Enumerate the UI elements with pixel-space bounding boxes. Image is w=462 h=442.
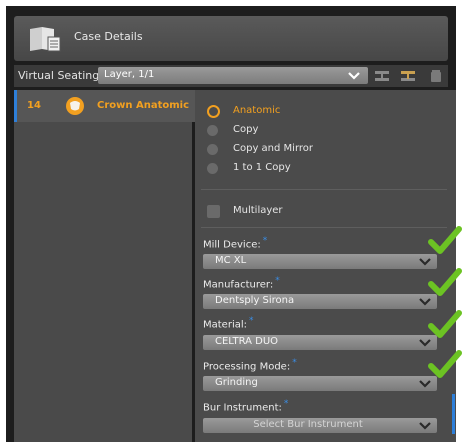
chevron-down-icon <box>419 380 431 388</box>
checkmark-icon <box>428 226 462 254</box>
checkmark-icon <box>428 350 462 378</box>
bur-instrument-label: Bur Instrument: * <box>203 399 289 414</box>
page-title: Case Details <box>74 30 143 43</box>
processing-mode-select[interactable]: Grinding <box>203 376 437 391</box>
mill-device-label: Mill Device: * <box>203 236 268 251</box>
virtual-seating-label: Virtual Seating <box>18 69 100 82</box>
radio-icon <box>207 125 218 136</box>
option-label: Copy and Mirror <box>233 143 313 154</box>
option-label: Anatomic <box>233 105 281 116</box>
processing-mode-label: Processing Mode: * <box>203 358 297 373</box>
scrollbar[interactable] <box>452 394 455 434</box>
chevron-down-icon <box>419 298 431 306</box>
bur-instrument-placeholder: Select Bur Instrument <box>253 419 363 430</box>
manufacturer-select[interactable]: Dentsply Sirona <box>203 294 437 309</box>
mill-device-select[interactable]: MC XL <box>203 254 437 269</box>
bur-instrument-select[interactable]: Select Bur Instrument <box>203 418 437 433</box>
trash-icon[interactable] <box>428 69 444 83</box>
layer-select[interactable]: Layer, 1/1 <box>98 67 368 84</box>
divider <box>201 227 447 228</box>
tooth-number: 14 <box>27 100 41 111</box>
case-details-window: Case Details Virtual Seating Layer, 1/1 <box>6 6 456 442</box>
option-label: 1 to 1 Copy <box>233 162 291 173</box>
material-label: Material: * <box>203 316 254 331</box>
manufacturer-label: Manufacturer: * <box>203 276 280 291</box>
processing-mode-value: Grinding <box>215 377 258 388</box>
chevron-down-icon <box>348 72 360 80</box>
case-book-icon <box>30 27 61 52</box>
restoration-row[interactable]: 14 Crown Anatomic <box>14 90 195 122</box>
manufacturer-value: Dentsply Sirona <box>215 295 295 306</box>
tooth-icon <box>66 97 84 115</box>
chevron-down-icon <box>419 339 431 347</box>
chevron-down-icon <box>419 258 431 266</box>
mill-device-value: MC XL <box>215 255 247 266</box>
case-details-header: Case Details <box>14 16 448 61</box>
checkmark-icon <box>428 310 462 338</box>
multilayer-checkbox[interactable] <box>207 205 220 218</box>
chevron-down-icon <box>419 422 431 430</box>
radio-selected-icon <box>207 105 220 118</box>
restoration-list: 14 Crown Anatomic <box>14 90 195 442</box>
design-options-panel: Anatomic Copy Copy and Mirror 1 to 1 Cop… <box>195 90 456 442</box>
radio-icon <box>207 163 218 174</box>
checkmark-icon <box>428 268 462 296</box>
material-select[interactable]: CELTRA DUO <box>203 335 437 350</box>
multilayer-label: Multilayer <box>233 205 283 216</box>
virtual-seating-bar: Virtual Seating Layer, 1/1 <box>14 65 448 87</box>
restoration-name: Crown Anatomic <box>97 100 190 111</box>
material-value: CELTRA DUO <box>215 336 279 347</box>
layer-select-value: Layer, 1/1 <box>104 69 155 80</box>
option-label: Copy <box>233 124 259 135</box>
add-layer-icon[interactable] <box>374 69 390 83</box>
radio-icon <box>207 144 218 155</box>
divider <box>201 189 447 190</box>
edit-layer-icon[interactable] <box>400 69 416 83</box>
